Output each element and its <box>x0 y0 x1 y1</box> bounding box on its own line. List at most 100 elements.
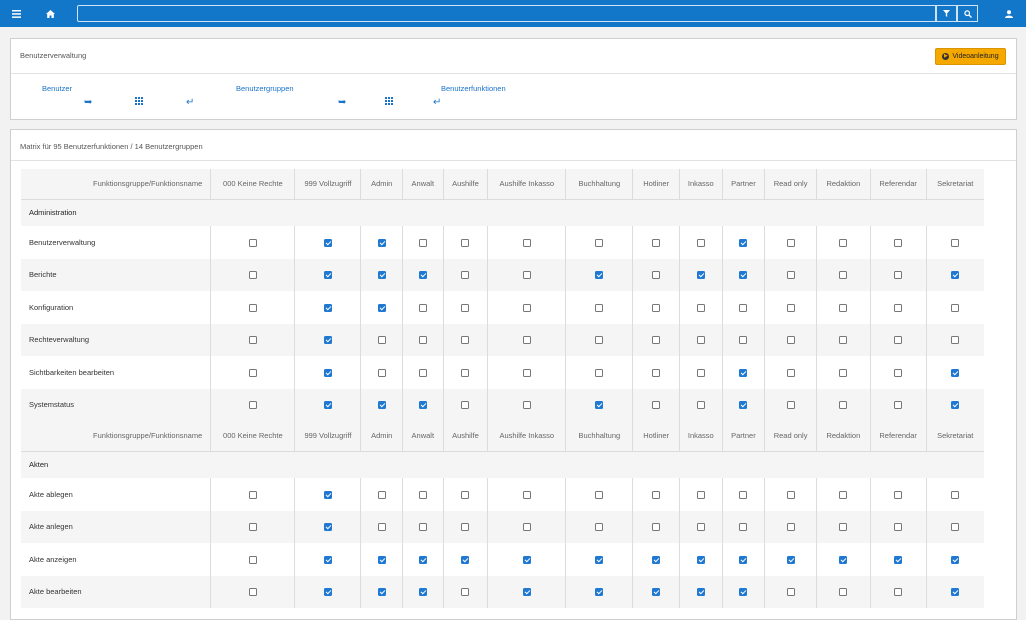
permission-checkbox[interactable] <box>248 555 257 564</box>
permission-checkbox[interactable] <box>248 401 257 410</box>
permission-checkbox[interactable] <box>248 588 257 597</box>
permission-checkbox[interactable] <box>595 588 604 597</box>
permission-checkbox[interactable] <box>323 303 332 312</box>
home-icon[interactable] <box>39 0 61 27</box>
permission-checkbox[interactable] <box>951 368 960 377</box>
filter-icon[interactable] <box>936 5 957 22</box>
permission-checkbox[interactable] <box>377 401 386 410</box>
permission-checkbox[interactable] <box>461 523 470 532</box>
permission-checkbox[interactable] <box>739 401 748 410</box>
permission-checkbox[interactable] <box>652 490 661 499</box>
permission-checkbox[interactable] <box>377 238 386 247</box>
permission-checkbox[interactable] <box>839 555 848 564</box>
permission-checkbox[interactable] <box>951 238 960 247</box>
permission-checkbox[interactable] <box>696 588 705 597</box>
permission-checkbox[interactable] <box>377 490 386 499</box>
permission-checkbox[interactable] <box>786 490 795 499</box>
permission-checkbox[interactable] <box>739 523 748 532</box>
permission-checkbox[interactable] <box>522 238 531 247</box>
permission-checkbox[interactable] <box>323 238 332 247</box>
permission-checkbox[interactable] <box>595 238 604 247</box>
permission-checkbox[interactable] <box>522 555 531 564</box>
permission-checkbox[interactable] <box>418 523 427 532</box>
permission-checkbox[interactable] <box>652 523 661 532</box>
share-icon[interactable]: ➥ <box>84 97 92 109</box>
link-benutzergruppen[interactable]: Benutzergruppen <box>236 84 294 93</box>
permission-checkbox[interactable] <box>522 523 531 532</box>
permission-checkbox[interactable] <box>951 490 960 499</box>
permission-checkbox[interactable] <box>786 303 795 312</box>
permission-checkbox[interactable] <box>418 368 427 377</box>
hamburger-icon[interactable] <box>5 0 27 27</box>
video-tutorial-button[interactable]: ▶ Videoanleitung <box>935 48 1006 65</box>
permission-checkbox[interactable] <box>652 555 661 564</box>
search-icon[interactable] <box>957 5 978 22</box>
permission-checkbox[interactable] <box>377 303 386 312</box>
permission-checkbox[interactable] <box>418 336 427 345</box>
permission-checkbox[interactable] <box>894 588 903 597</box>
permission-checkbox[interactable] <box>461 401 470 410</box>
link-benutzerfunktionen[interactable]: Benutzerfunktionen <box>441 84 506 93</box>
permission-checkbox[interactable] <box>461 238 470 247</box>
permission-checkbox[interactable] <box>739 336 748 345</box>
permission-checkbox[interactable] <box>696 271 705 280</box>
permission-checkbox[interactable] <box>696 490 705 499</box>
permission-checkbox[interactable] <box>248 336 257 345</box>
permission-checkbox[interactable] <box>652 401 661 410</box>
permission-checkbox[interactable] <box>595 523 604 532</box>
permission-checkbox[interactable] <box>377 588 386 597</box>
permission-checkbox[interactable] <box>894 336 903 345</box>
permission-checkbox[interactable] <box>522 368 531 377</box>
return-icon[interactable]: ↵ <box>433 97 441 109</box>
permission-checkbox[interactable] <box>323 555 332 564</box>
permission-checkbox[interactable] <box>739 490 748 499</box>
grid-icon[interactable] <box>385 97 393 109</box>
permission-checkbox[interactable] <box>894 490 903 499</box>
permission-checkbox[interactable] <box>696 555 705 564</box>
permission-checkbox[interactable] <box>248 523 257 532</box>
permission-checkbox[interactable] <box>951 336 960 345</box>
permission-checkbox[interactable] <box>323 271 332 280</box>
permission-checkbox[interactable] <box>248 368 257 377</box>
permission-checkbox[interactable] <box>894 555 903 564</box>
permission-checkbox[interactable] <box>323 523 332 532</box>
permission-checkbox[interactable] <box>377 368 386 377</box>
permission-checkbox[interactable] <box>522 271 531 280</box>
return-icon[interactable]: ↵ <box>186 97 194 109</box>
permission-checkbox[interactable] <box>652 303 661 312</box>
permission-checkbox[interactable] <box>786 368 795 377</box>
permission-checkbox[interactable] <box>839 336 848 345</box>
permission-checkbox[interactable] <box>951 523 960 532</box>
permission-checkbox[interactable] <box>696 303 705 312</box>
permission-checkbox[interactable] <box>839 588 848 597</box>
permission-checkbox[interactable] <box>418 303 427 312</box>
permission-checkbox[interactable] <box>652 368 661 377</box>
permission-checkbox[interactable] <box>418 238 427 247</box>
permission-checkbox[interactable] <box>739 238 748 247</box>
permission-checkbox[interactable] <box>786 271 795 280</box>
permission-checkbox[interactable] <box>461 588 470 597</box>
permission-checkbox[interactable] <box>522 588 531 597</box>
permission-checkbox[interactable] <box>951 303 960 312</box>
permission-checkbox[interactable] <box>696 238 705 247</box>
permission-checkbox[interactable] <box>786 401 795 410</box>
permission-checkbox[interactable] <box>248 271 257 280</box>
permission-checkbox[interactable] <box>461 555 470 564</box>
permission-checkbox[interactable] <box>786 238 795 247</box>
permission-checkbox[interactable] <box>839 523 848 532</box>
permission-checkbox[interactable] <box>323 336 332 345</box>
permission-checkbox[interactable] <box>951 555 960 564</box>
permission-checkbox[interactable] <box>323 401 332 410</box>
share-icon[interactable]: ➥ <box>338 97 346 109</box>
permission-checkbox[interactable] <box>522 401 531 410</box>
permission-checkbox[interactable] <box>248 490 257 499</box>
permission-checkbox[interactable] <box>839 303 848 312</box>
permission-checkbox[interactable] <box>951 588 960 597</box>
permission-checkbox[interactable] <box>839 368 848 377</box>
permission-checkbox[interactable] <box>894 271 903 280</box>
permission-checkbox[interactable] <box>461 490 470 499</box>
permission-checkbox[interactable] <box>248 303 257 312</box>
permission-checkbox[interactable] <box>696 523 705 532</box>
permission-checkbox[interactable] <box>522 303 531 312</box>
permission-checkbox[interactable] <box>739 271 748 280</box>
